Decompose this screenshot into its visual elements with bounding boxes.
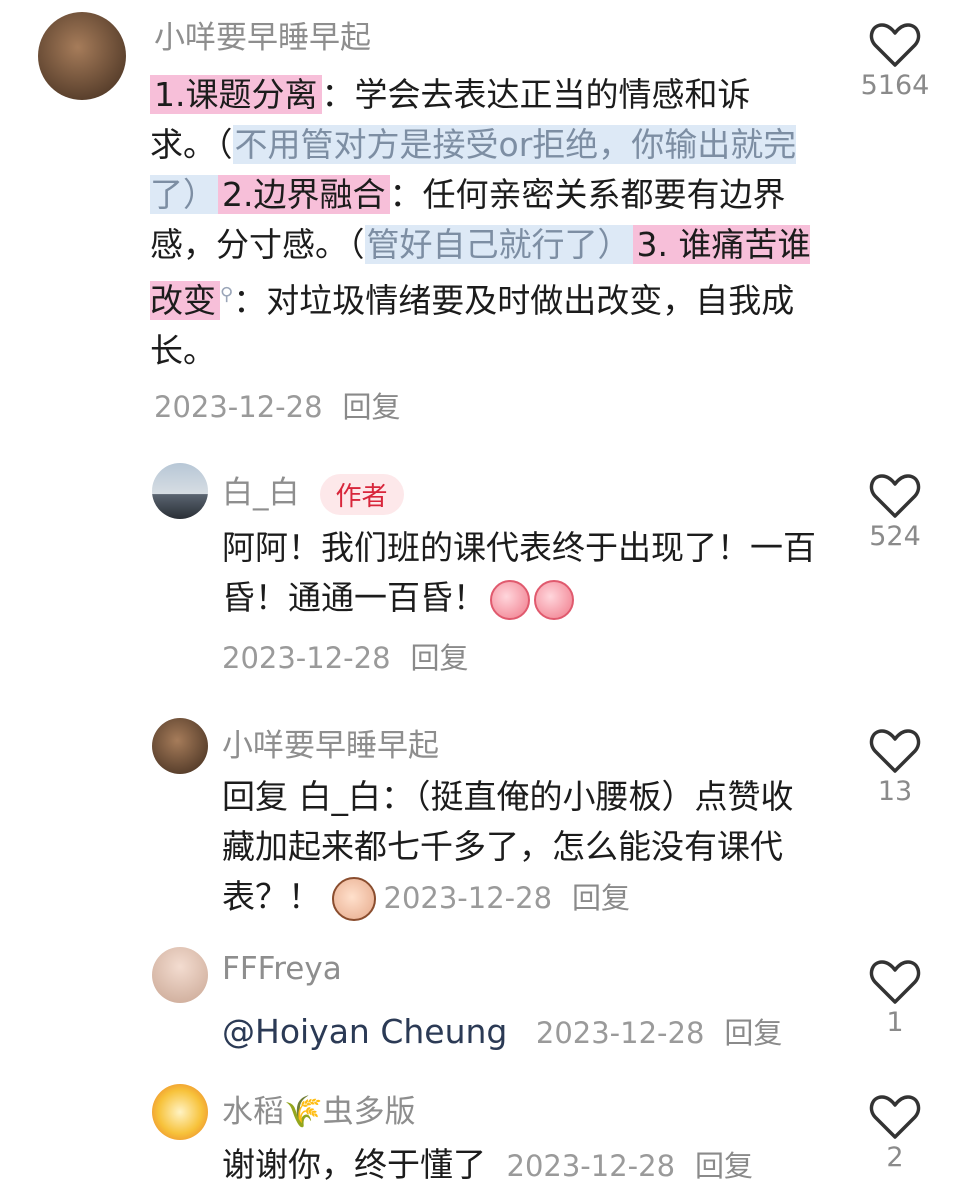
mention-link[interactable]: @Hoiyan Cheung xyxy=(222,1012,507,1051)
reply-comment: 小咩要早睡早起 回复 白_白：（挺直俺的小腰板）点赞收藏加起来都七千多了，怎么能… xyxy=(0,710,960,925)
thumbs-up-emoji-icon xyxy=(490,579,530,620)
highlight-keyword: 2.边界融合 xyxy=(218,175,390,214)
comment-meta: 2023-12-28 回复 xyxy=(507,1149,754,1183)
avatar[interactable] xyxy=(152,1084,208,1140)
comment-meta: 2023-12-28 回复 xyxy=(154,384,401,426)
comment-text: 谢谢你，终于懂了 2023-12-28 回复 xyxy=(222,1145,754,1184)
avatar[interactable] xyxy=(38,12,126,100)
username[interactable]: 白_白 作者 xyxy=(222,467,404,515)
heart-outline-icon xyxy=(869,474,921,518)
like-button[interactable]: 1 xyxy=(850,959,940,1038)
heart-outline-icon xyxy=(869,23,921,67)
heart-outline-icon xyxy=(869,1095,921,1139)
highlight-note: 管好自己就行了） xyxy=(364,225,633,264)
reply-button[interactable]: 回复 xyxy=(411,641,469,675)
like-count: 5164 xyxy=(860,70,930,101)
like-count: 1 xyxy=(886,1007,904,1038)
comment-date: 2023-12-28 xyxy=(154,390,323,424)
avatar[interactable] xyxy=(152,463,208,519)
comment-text: 1.课题分离 ：学会去表达正当的情感和诉求。（不用管对方是接受or拒绝，你输出就完… xyxy=(150,75,811,370)
avatar[interactable] xyxy=(152,718,208,774)
heart-outline-icon xyxy=(869,960,921,1004)
reply-comment: 白_白 作者 阿阿！我们班的课代表终于出现了！一百昏！通通一百昏！ 2023-12… xyxy=(0,455,960,685)
comment-date: 2023-12-28 xyxy=(383,881,553,915)
smirk-face-emoji-icon xyxy=(331,876,376,921)
heart-outline-icon xyxy=(869,729,921,773)
comment-text: @Hoiyan Cheung 2023-12-28 回复 xyxy=(222,1007,842,1058)
comment-meta: 2023-12-28 回复 xyxy=(222,635,469,677)
search-icon[interactable]: ⚲ xyxy=(220,284,233,305)
like-count: 2 xyxy=(886,1142,904,1173)
comment-date: 2023-12-28 xyxy=(506,1149,676,1183)
comment: 小咩要早睡早起 1.课题分离 ：学会去表达正当的情感和诉求。（不用管对方是接受or… xyxy=(0,0,960,440)
reply-comment: 水稻🌾虫多版 谢谢你，终于懂了 2023-12-28 回复 2 xyxy=(0,1078,960,1204)
thumbs-up-emoji-icon xyxy=(534,579,574,620)
comment-date: 2023-12-28 xyxy=(535,1016,705,1050)
comment-text: 阿阿！我们班的课代表终于出现了！一百昏！通通一百昏！ xyxy=(222,523,822,623)
username[interactable]: 水稻🌾虫多版 xyxy=(222,1086,416,1131)
comment-meta: 2023-12-28 回复 xyxy=(384,881,631,915)
author-badge: 作者 xyxy=(319,474,404,515)
comment-meta: 2023-12-28 回复 xyxy=(536,1016,783,1050)
reply-button[interactable]: 回复 xyxy=(343,390,401,424)
like-count: 13 xyxy=(877,776,913,807)
username[interactable]: 小咩要早睡早起 xyxy=(154,12,371,57)
reply-button[interactable]: 回复 xyxy=(695,1149,753,1183)
like-button[interactable]: 5164 xyxy=(850,22,940,101)
highlight-keyword: 1.课题分离 xyxy=(150,75,322,114)
avatar[interactable] xyxy=(152,947,208,1003)
like-button[interactable]: 524 xyxy=(850,473,940,552)
like-count: 524 xyxy=(869,521,921,552)
username[interactable]: FFFreya xyxy=(222,951,342,987)
comment-date: 2023-12-28 xyxy=(222,641,391,675)
reply-button[interactable]: 回复 xyxy=(572,881,630,915)
reply-button[interactable]: 回复 xyxy=(724,1016,782,1050)
like-button[interactable]: 13 xyxy=(850,728,940,807)
comment-text: 回复 白_白：（挺直俺的小腰板）点赞收藏加起来都七千多了，怎么能没有课代表？！ … xyxy=(222,772,822,923)
like-button[interactable]: 2 xyxy=(850,1094,940,1173)
reply-comment: FFFreya @Hoiyan Cheung 2023-12-28 回复 1 xyxy=(0,945,960,1065)
username[interactable]: 小咩要早睡早起 xyxy=(222,720,439,765)
